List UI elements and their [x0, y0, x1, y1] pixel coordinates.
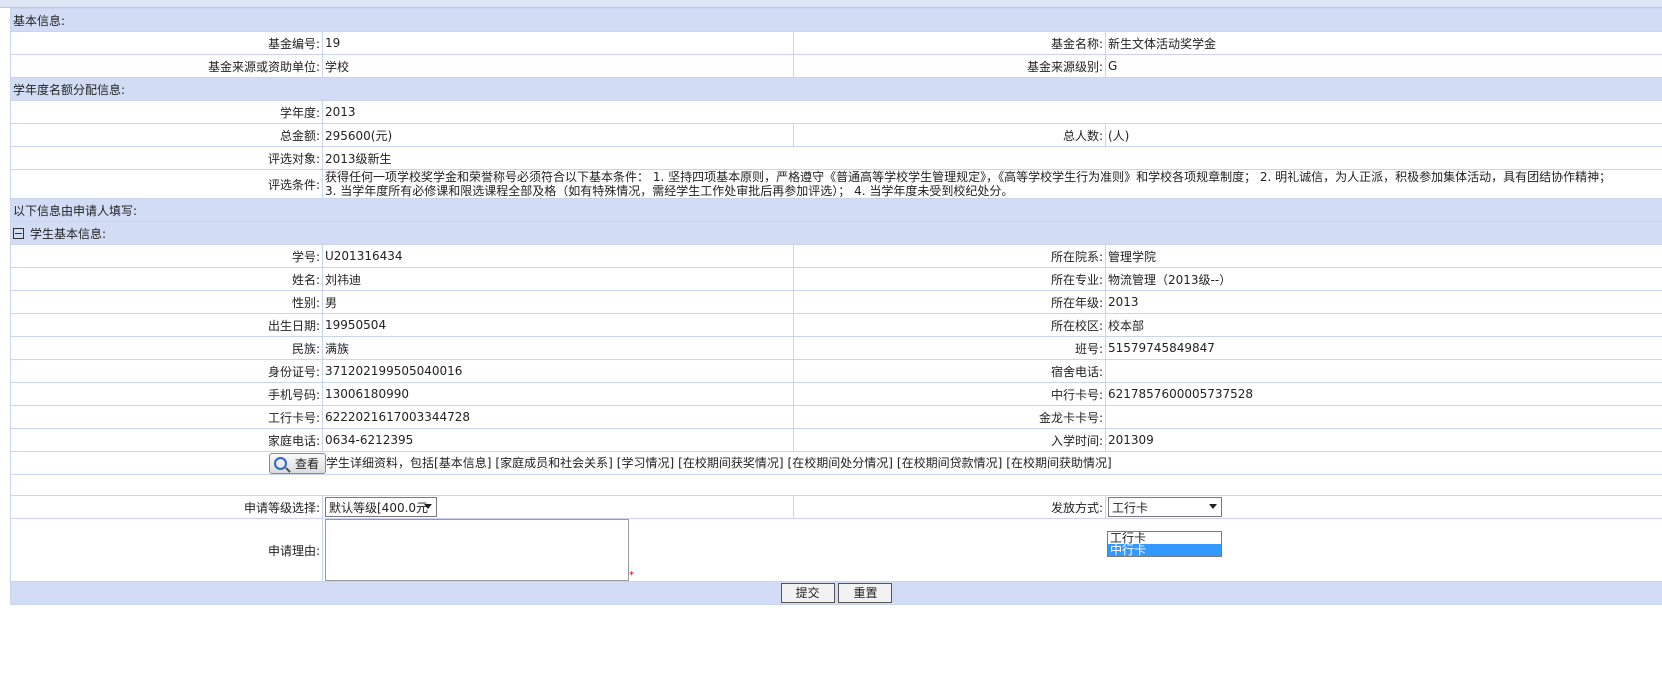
grade-value: 2013	[1104, 290, 1662, 314]
link-study[interactable]: [学习情况]	[617, 456, 674, 470]
top-bar	[0, 0, 1662, 8]
grade-label: 所在年级:	[793, 290, 1106, 314]
total-amount-label: 总金额:	[10, 123, 323, 147]
year-label: 学年度:	[10, 100, 323, 124]
apply-level-label: 申请等级选择:	[10, 495, 323, 519]
criteria-text: 获得任何一项学校奖学金和荣誉称号必须符合以下基本条件： 1. 坚持四项基本原则，…	[321, 169, 1662, 199]
criteria-line-1: 获得任何一项学校奖学金和荣誉称号必须符合以下基本条件： 1. 坚持四项基本原则，…	[325, 170, 1612, 185]
pay-option-boc[interactable]: 中行卡	[1108, 544, 1221, 556]
home-phone-label: 家庭电话:	[10, 428, 323, 452]
apply-level-value: 默认等级[400.0元	[329, 500, 429, 515]
class-no-label: 班号:	[793, 336, 1106, 360]
student-basic-title: 学生基本信息:	[30, 226, 107, 241]
spacer-row	[9, 474, 1662, 496]
name-label: 姓名:	[10, 267, 323, 291]
enroll-date-label: 入学时间:	[793, 428, 1106, 452]
total-people-value: (人)	[1104, 123, 1662, 147]
link-awards[interactable]: [在校期间获奖情况]	[678, 456, 783, 470]
mobile-value: 13006180990	[322, 382, 794, 406]
total-amount-value: 295600(元)	[322, 123, 794, 147]
reset-button[interactable]: 重置	[838, 583, 893, 603]
student-id-label: 学号:	[10, 244, 323, 268]
view-button[interactable]: 查看	[269, 452, 327, 474]
dorm-phone-label: 宿舍电话:	[793, 359, 1106, 383]
fund-name-label: 基金名称:	[793, 31, 1106, 55]
link-aid[interactable]: [在校期间获助情况]	[1006, 456, 1111, 470]
collapse-minus-icon[interactable]	[13, 227, 24, 239]
gender-value: 男	[322, 290, 794, 314]
link-basic-info[interactable]: [基本信息]	[434, 456, 491, 470]
target-value: 2013级新生	[321, 146, 1662, 170]
campus-value: 校本部	[1104, 313, 1662, 337]
id-card-label: 身份证号:	[10, 359, 323, 383]
icbc-card-value: 6222021617003344728	[322, 405, 794, 429]
view-button-label: 查看	[295, 456, 320, 471]
year-value: 2013	[321, 100, 1662, 124]
total-people-label: 总人数:	[793, 123, 1106, 147]
reason-textarea[interactable]	[325, 519, 629, 581]
reason-label: 申请理由:	[10, 518, 323, 582]
major-value: 物流管理（2013级--）	[1104, 267, 1662, 291]
pay-method-dropdown[interactable]: 工行卡 中行卡	[1107, 531, 1222, 557]
department-value: 管理学院	[1104, 244, 1662, 268]
criteria-label: 评选条件:	[10, 169, 323, 199]
boc-card-label: 中行卡号:	[793, 382, 1106, 406]
section-quota-info: 学年度名额分配信息:	[9, 77, 1662, 101]
section-student-basic[interactable]: 学生基本信息:	[9, 221, 1662, 245]
fund-level-value: G	[1104, 54, 1662, 78]
criteria-line-2: 3. 当学年度所有必修课和限选课程全部及格（如有特殊情况，需经学生工作处审批后再…	[325, 184, 1014, 198]
name-value: 刘祎迪	[322, 267, 794, 291]
mobile-label: 手机号码:	[10, 382, 323, 406]
detail-view-row: 查看 学生详细资料，包括[基本信息] [家庭成员和社会关系] [学习情况] [在校期间获…	[9, 451, 1662, 475]
chevron-down-icon	[424, 504, 432, 509]
application-form: 基本信息: 基金编号: 19 基金名称: 新生文体活动奖学金 基金来源或资助单位…	[9, 8, 1662, 605]
fund-level-label: 基金来源级别:	[793, 54, 1106, 78]
fund-source-label: 基金来源或资助单位:	[10, 54, 323, 78]
department-label: 所在院系:	[793, 244, 1106, 268]
dorm-phone-value	[1104, 359, 1662, 383]
fund-no-label: 基金编号:	[10, 31, 323, 55]
ethnic-value: 满族	[322, 336, 794, 360]
magnifier-icon	[274, 456, 287, 470]
detail-desc: 学生详细资料，包括	[326, 455, 435, 470]
pay-method-value: 工行卡	[1112, 500, 1149, 515]
major-label: 所在专业:	[793, 267, 1106, 291]
boc-card-value: 6217857600005737528	[1104, 382, 1662, 406]
link-punishments[interactable]: [在校期间处分情况]	[788, 456, 893, 470]
pay-method-select[interactable]: 工行卡	[1108, 497, 1222, 517]
required-mark: *	[629, 570, 634, 581]
section-basic-info: 基本信息:	[9, 8, 1662, 32]
student-id-value: U201316434	[322, 244, 794, 268]
section-applicant: 以下信息由申请人填写:	[9, 198, 1662, 222]
campus-label: 所在校区:	[793, 313, 1106, 337]
target-label: 评选对象:	[10, 146, 323, 170]
jinlong-card-value	[1104, 405, 1662, 429]
chevron-down-icon	[1209, 504, 1217, 509]
gender-label: 性别:	[10, 290, 323, 314]
class-no-value: 51579745849847	[1104, 336, 1662, 360]
jinlong-card-label: 金龙卡卡号:	[793, 405, 1106, 429]
pay-method-label: 发放方式:	[793, 495, 1106, 519]
id-card-value: 371202199505040016	[322, 359, 794, 383]
submit-button[interactable]: 提交	[780, 583, 835, 603]
fund-no-value: 19	[322, 31, 794, 55]
form-footer: 提交 重置	[9, 581, 1662, 605]
birth-value: 19950504	[322, 313, 794, 337]
fund-source-value: 学校	[322, 54, 794, 78]
ethnic-label: 民族:	[10, 336, 323, 360]
apply-level-select[interactable]: 默认等级[400.0元	[325, 497, 437, 517]
home-phone-value: 0634-6212395	[322, 428, 794, 452]
link-loans[interactable]: [在校期间贷款情况]	[897, 456, 1002, 470]
enroll-date-value: 201309	[1104, 428, 1662, 452]
fund-name-value: 新生文体活动奖学金	[1104, 31, 1662, 55]
link-family[interactable]: [家庭成员和社会关系]	[495, 456, 612, 470]
icbc-card-label: 工行卡号:	[10, 405, 323, 429]
birth-label: 出生日期:	[10, 313, 323, 337]
